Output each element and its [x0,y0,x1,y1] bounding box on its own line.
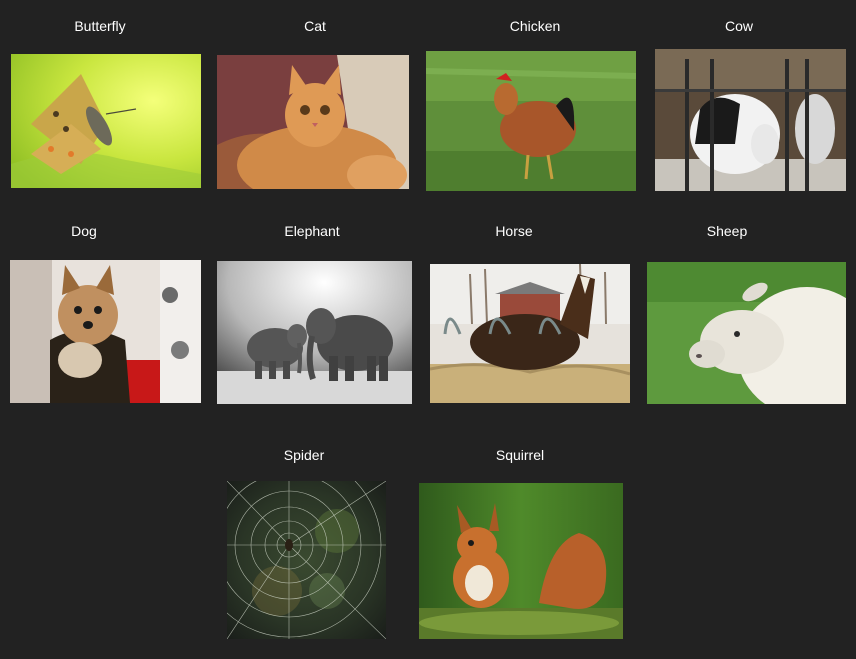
chicken-label: Chicken [509,18,561,34]
butterfly-photo[interactable] [11,54,201,188]
cow-label: Cow [724,18,754,34]
dog-label: Dog [71,223,97,239]
spider-label: Spider [283,447,325,463]
cat-label: Cat [304,18,326,34]
cow-photo[interactable] [655,49,846,191]
squirrel-photo[interactable] [419,483,623,639]
dog-photo[interactable] [10,260,201,403]
spider-photo[interactable] [227,481,386,639]
sheep-photo[interactable] [647,262,846,404]
sheep-label: Sheep [706,223,748,239]
horse-label: Horse [495,223,533,239]
butterfly-label: Butterfly [74,18,126,34]
squirrel-label: Squirrel [495,447,545,463]
elephant-label: Elephant [284,223,340,239]
chicken-photo[interactable] [426,51,636,191]
elephant-photo[interactable] [217,261,412,404]
horse-photo[interactable] [430,264,630,403]
cat-photo[interactable] [217,55,409,189]
